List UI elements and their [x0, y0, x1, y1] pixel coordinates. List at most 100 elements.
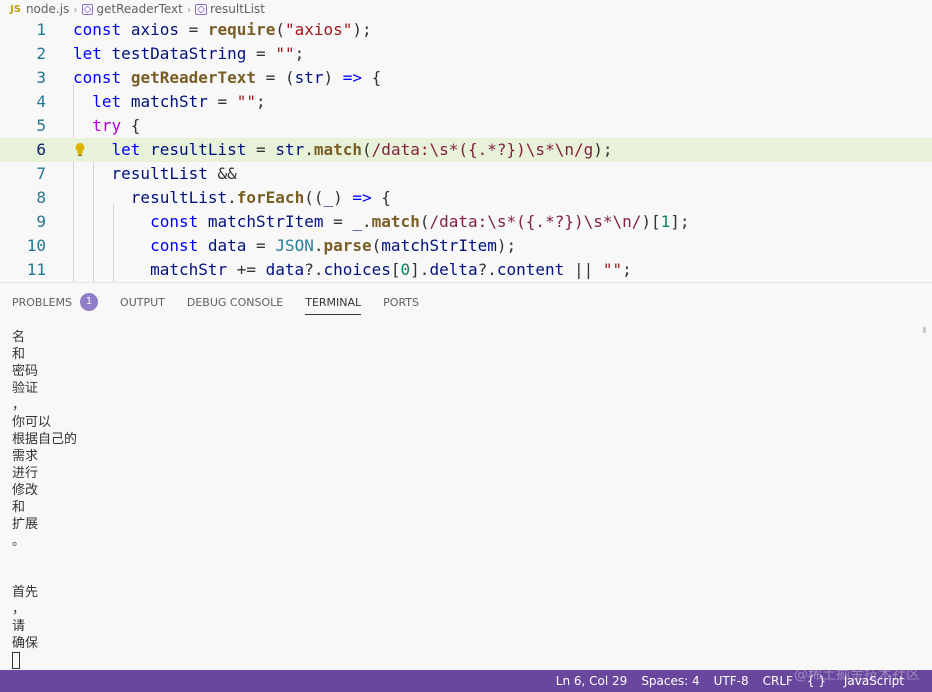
- javascript-file-icon: JS: [10, 3, 21, 15]
- code-token: (: [275, 20, 285, 39]
- line-number: 2: [36, 44, 46, 63]
- code-token: resultList: [150, 140, 247, 159]
- code-token: &&: [207, 164, 237, 183]
- code-line[interactable]: 5 try {: [0, 114, 932, 138]
- code-token: JSON: [275, 236, 314, 255]
- braces-icon: { }: [806, 674, 827, 688]
- code-line[interactable]: 3 const getReaderText = (str) => {: [0, 66, 932, 90]
- tab-debug-console[interactable]: DEBUG CONSOLE: [187, 283, 283, 321]
- terminal-line: 和: [12, 500, 26, 515]
- breadcrumb-function[interactable]: getReaderText: [96, 2, 182, 16]
- code-token: "": [275, 44, 295, 63]
- problems-count-badge: 1: [80, 293, 99, 311]
- status-bar: Ln 6, Col 29 Spaces: 4 UTF-8 CRLF { } Ja…: [0, 670, 932, 692]
- code-token: matchStrItem: [381, 236, 497, 255]
- code-line[interactable]: 1 const axios = require("axios");: [0, 18, 932, 42]
- terminal-line: 你可以: [12, 415, 52, 430]
- terminal-line: 根据自己的: [12, 432, 78, 447]
- line-number: 9: [36, 212, 46, 231]
- terminal-cursor-line: [12, 652, 77, 669]
- line-number: 8: [36, 188, 46, 207]
- code-editor[interactable]: 1 const axios = require("axios"); 2 let tes…: [0, 18, 932, 282]
- bottom-panel: PROBLEMS 1 OUTPUT DEBUG CONSOLE TERMINAL PORT…: [0, 282, 932, 671]
- tab-output[interactable]: OUTPUT: [120, 283, 165, 321]
- code-token: ;: [256, 92, 266, 111]
- tab-label: OUTPUT: [120, 295, 165, 309]
- code-token: data: [265, 260, 305, 279]
- terminal-line: 进行: [12, 466, 39, 481]
- terminal-line: 密码: [12, 364, 39, 379]
- code-text: const data = JSON.parse(matchStrItem);: [73, 234, 516, 258]
- code-token: =: [178, 20, 208, 39]
- terminal-line: ，: [12, 602, 26, 617]
- code-line[interactable]: 4 let matchStr = "";: [0, 90, 932, 114]
- terminal-cursor: [12, 652, 20, 669]
- status-language[interactable]: { } JavaScript: [807, 674, 918, 688]
- status-indentation[interactable]: Spaces: 4: [641, 674, 699, 688]
- breadcrumb-file[interactable]: node.js: [26, 2, 69, 16]
- tab-label: PROBLEMS: [12, 295, 73, 309]
- code-token: {: [371, 188, 391, 207]
- symbol-variable-icon: ◇: [195, 3, 207, 15]
- code-token: match: [313, 140, 363, 159]
- code-token: 1: [660, 212, 671, 231]
- code-text: const getReaderText = (str) => {: [73, 66, 381, 90]
- code-token: data: [207, 236, 247, 255]
- code-line[interactable]: 2 let testDataString = "";: [0, 42, 932, 66]
- status-language-label: JavaScript: [843, 674, 904, 688]
- code-token: "": [602, 260, 623, 279]
- code-token: =: [207, 92, 237, 111]
- code-token: =>: [352, 188, 372, 207]
- code-token: ;: [622, 260, 632, 279]
- code-line[interactable]: 10 const data = JSON.parse(matchStrItem)…: [0, 234, 932, 258]
- code-token: parse: [323, 236, 372, 255]
- code-token: ?.: [304, 260, 324, 279]
- line-number: 6: [36, 140, 46, 159]
- status-cursor-position[interactable]: Ln 6, Col 29: [556, 674, 628, 688]
- tab-problems[interactable]: PROBLEMS 1: [12, 283, 99, 321]
- code-token: )[: [641, 212, 661, 231]
- tab-terminal[interactable]: TERMINAL: [305, 283, 361, 321]
- code-token: {: [121, 116, 141, 135]
- code-token: const: [150, 212, 199, 231]
- code-token: forEach: [236, 188, 305, 207]
- code-line[interactable]: 9 const matchStrItem = _.match(/data:\s*…: [0, 210, 932, 234]
- code-line[interactable]: 6 let resultList = str.match(/data:\s*({…: [0, 138, 932, 162]
- code-token: .: [227, 188, 237, 207]
- terminal-line: 请: [12, 619, 26, 634]
- code-token: +=: [227, 260, 266, 279]
- code-line[interactable]: 11 matchStr += data?.choices[0].delta?.c…: [0, 258, 932, 282]
- code-token: =: [323, 212, 353, 231]
- code-token: );: [352, 20, 372, 39]
- terminal-scrollbar[interactable]: [923, 327, 926, 333]
- terminal-line: 首先: [12, 585, 39, 600]
- code-token: axios: [130, 20, 179, 39]
- terminal-output[interactable]: 名和密码 验证，你可以 根据自己的 需求 进行 修改和扩展。首先，请确保: [12, 329, 77, 669]
- code-token: str: [275, 140, 305, 159]
- code-line[interactable]: 8 resultList.forEach((_) => {: [0, 186, 932, 210]
- breadcrumb-symbol[interactable]: resultList: [210, 2, 265, 16]
- code-text: matchStr += data?.choices[0].delta?.cont…: [73, 258, 632, 282]
- chevron-right-icon: ›: [186, 2, 192, 16]
- line-number: 10: [26, 236, 46, 255]
- code-line[interactable]: 7 resultList &&: [0, 162, 932, 186]
- code-token: const: [150, 236, 199, 255]
- code-token: = (: [256, 68, 295, 87]
- status-encoding[interactable]: UTF-8: [714, 674, 749, 688]
- status-eol[interactable]: CRLF: [763, 674, 793, 688]
- code-token: =: [246, 236, 276, 255]
- code-token: getReaderText: [130, 68, 257, 87]
- code-token: ];: [670, 212, 690, 231]
- code-token: testDataString: [111, 44, 247, 63]
- code-token: delta: [429, 260, 478, 279]
- tab-ports[interactable]: PORTS: [383, 283, 419, 321]
- terminal-line: ，: [12, 398, 26, 413]
